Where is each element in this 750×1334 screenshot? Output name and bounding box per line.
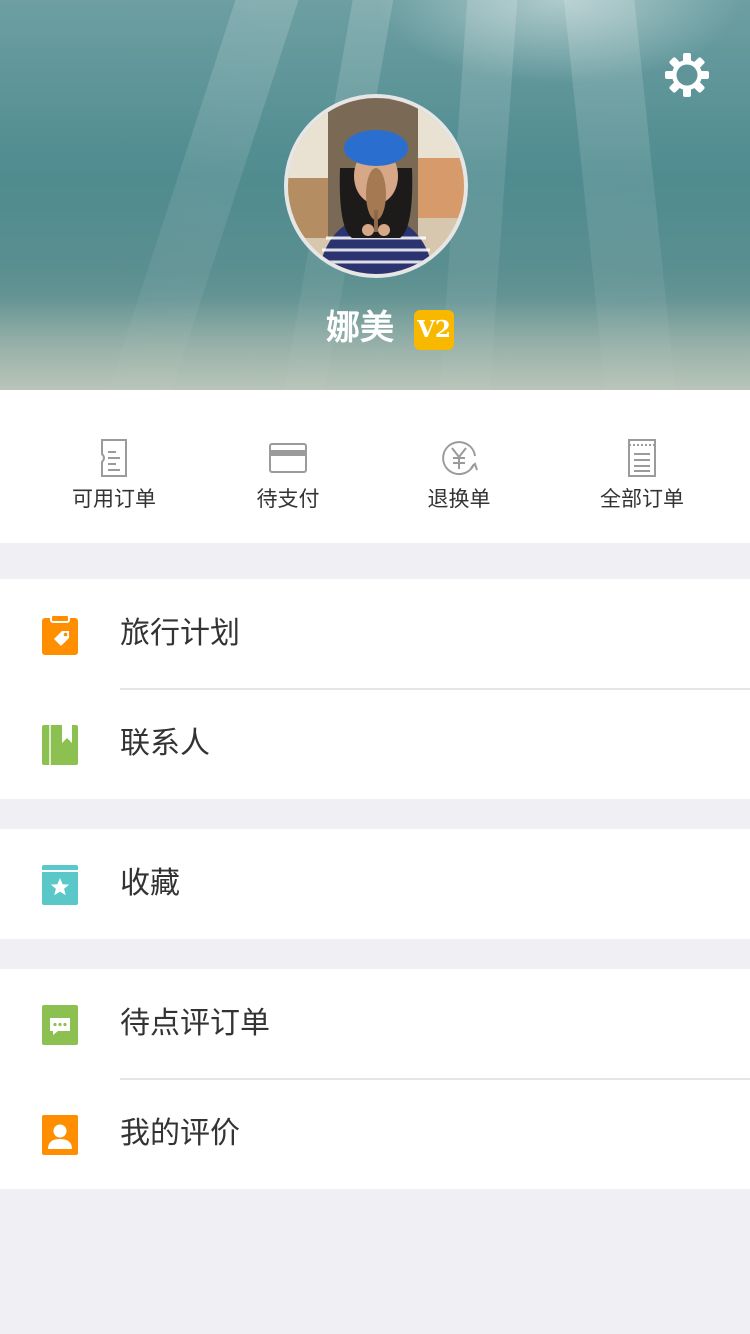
menu-label-favorites: 收藏 <box>120 866 180 901</box>
chat-bubble-icon <box>42 1005 78 1045</box>
profile-header: 娜美 V2 <box>0 0 750 390</box>
menu-item-my-reviews[interactable]: 我的评价 <box>0 1079 750 1189</box>
ticket-icon <box>101 439 127 477</box>
menu-label-my-reviews: 我的评价 <box>120 1116 240 1151</box>
avatar-photo <box>288 98 464 274</box>
order-refund-button[interactable]: 退换单 <box>365 390 553 543</box>
book-bookmark-icon <box>42 725 78 765</box>
order-shortcuts: 可用订单 待支付 退换单 全部订单 <box>0 390 750 543</box>
star-box-icon <box>42 865 78 905</box>
clipboard-tag-icon <box>42 615 78 655</box>
avatar[interactable] <box>284 94 468 278</box>
menu-label-pending-review: 待点评订单 <box>120 1006 270 1041</box>
gear-icon <box>665 53 709 97</box>
menu-group-reviews: 待点评订单 我的评价 <box>0 969 750 1189</box>
order-available-label: 可用订单 <box>72 487 156 511</box>
order-all-button[interactable]: 全部订单 <box>548 390 736 543</box>
order-all-label: 全部订单 <box>600 487 684 511</box>
card-icon <box>269 443 307 473</box>
menu-item-pending-review[interactable]: 待点评订单 <box>0 969 750 1079</box>
order-pending-payment-button[interactable]: 待支付 <box>194 390 382 543</box>
menu-item-contacts[interactable]: 联系人 <box>0 689 750 799</box>
person-icon <box>42 1115 78 1155</box>
yen-refund-icon <box>442 441 478 476</box>
order-refund-label: 退换单 <box>427 487 491 511</box>
order-pending-payment-label: 待支付 <box>256 487 320 511</box>
order-available-button[interactable]: 可用订单 <box>20 390 208 543</box>
menu-item-travel-plan[interactable]: 旅行计划 <box>0 579 750 689</box>
document-list-icon <box>628 439 656 477</box>
menu-group-favorites: 收藏 <box>0 829 750 939</box>
menu-group-plans: 旅行计划 联系人 <box>0 579 750 799</box>
level-badge: V2 <box>414 310 454 350</box>
settings-button[interactable] <box>662 50 712 100</box>
menu-label-travel-plan: 旅行计划 <box>120 616 240 651</box>
username: 娜美 <box>326 308 394 348</box>
menu-item-favorites[interactable]: 收藏 <box>0 829 750 939</box>
menu-label-contacts: 联系人 <box>120 726 210 761</box>
